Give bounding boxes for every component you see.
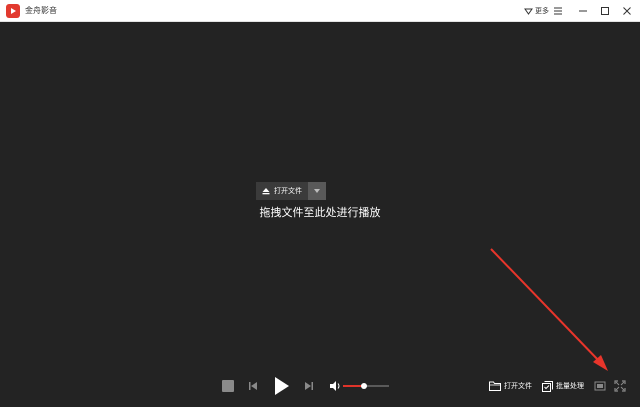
open-file-button[interactable]: 打开文件 [256,182,308,200]
player-window: 金舟影音 更多 打开文件 拖拽文件至此处进行播放 打开文件 批量处理 [0,0,640,407]
folder-icon [489,381,501,391]
open-file-dropdown[interactable] [308,182,326,200]
mini-mode-icon[interactable] [594,380,606,392]
open-file-split-button: 打开文件 [256,182,326,200]
chevron-down-icon [314,189,320,193]
open-file-label: 打开文件 [274,187,302,195]
menu-icon [554,7,562,15]
more-label: 更多 [535,7,549,15]
play-icon[interactable] [272,376,290,396]
minimize-button[interactable] [575,3,591,19]
menu-button[interactable] [550,3,566,19]
batch-process-button[interactable]: 批量处理 [542,379,584,393]
volume-slider-handle[interactable] [360,383,367,389]
maximize-icon [601,7,609,15]
drop-hint-text: 拖拽文件至此处进行播放 [259,206,381,219]
batch-process-label: 批量处理 [556,382,584,390]
fullscreen-icon[interactable] [614,380,626,392]
next-icon[interactable] [303,380,315,392]
app-logo-icon [6,4,20,18]
bottom-open-file-button[interactable]: 打开文件 [489,379,532,393]
annotation-arrow [490,248,608,371]
close-button[interactable] [619,3,635,19]
volume-icon[interactable] [329,380,342,392]
volume-slider[interactable] [343,383,389,389]
stop-button[interactable] [222,380,234,392]
more-icon [524,8,533,15]
title-bar: 金舟影音 更多 [0,0,640,22]
app-title: 金舟影音 [25,6,57,15]
eject-icon [262,188,270,195]
close-icon [623,7,631,15]
bottom-open-file-label: 打开文件 [504,382,532,390]
minimize-icon [579,10,587,12]
batch-process-icon [542,380,553,392]
more-button[interactable]: 更多 [524,3,549,19]
previous-icon[interactable] [247,380,259,392]
maximize-button[interactable] [597,3,613,19]
